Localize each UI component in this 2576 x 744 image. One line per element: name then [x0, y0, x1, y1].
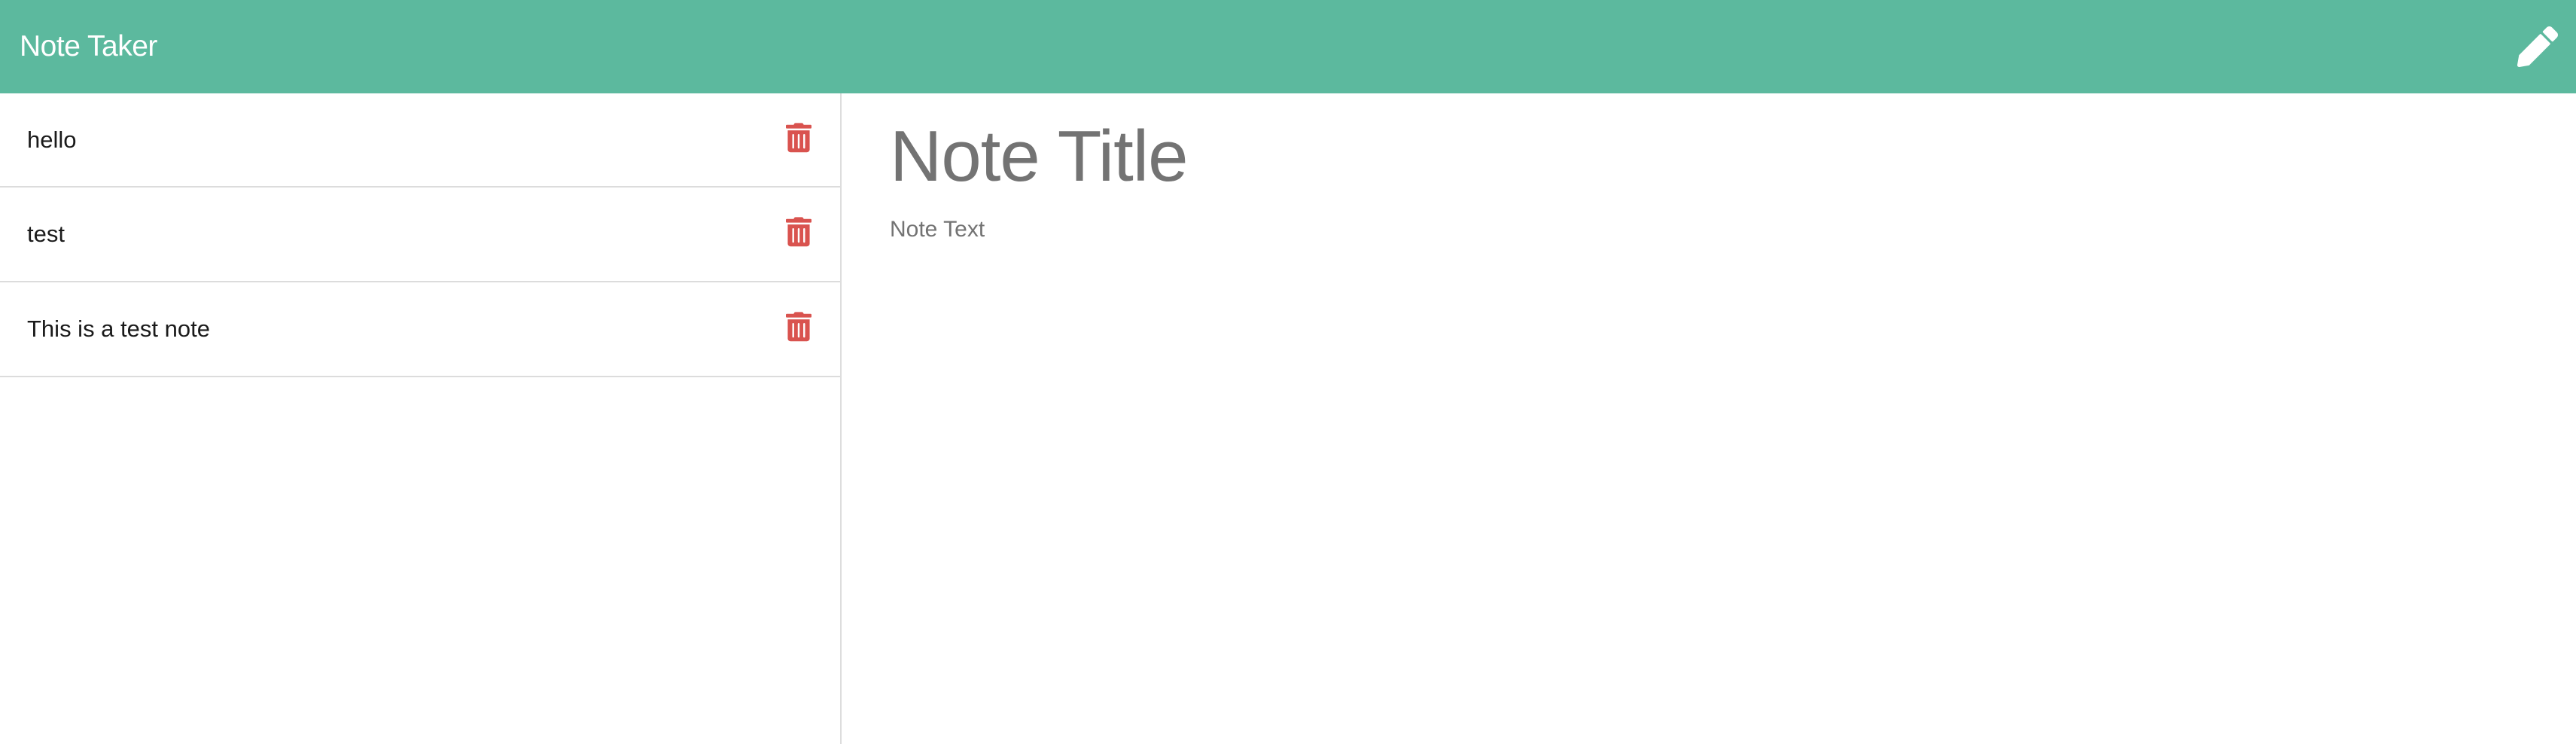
note-list: hello test This is a test note — [0, 93, 840, 377]
note-title-input[interactable] — [890, 111, 2395, 202]
note-item-title[interactable]: test — [27, 221, 65, 248]
note-list-item[interactable]: This is a test note — [0, 282, 840, 377]
note-item-title[interactable]: This is a test note — [27, 316, 210, 343]
note-list-item[interactable]: hello — [0, 93, 840, 188]
trash-icon — [786, 312, 811, 342]
trash-icon — [786, 217, 811, 247]
note-item-title[interactable]: hello — [27, 127, 77, 154]
trash-icon — [786, 122, 811, 152]
pencil-icon — [2517, 26, 2558, 67]
delete-note-button[interactable] — [786, 122, 811, 152]
note-sidebar: hello test This is a test note — [0, 93, 842, 744]
note-editor — [843, 93, 2576, 744]
delete-note-button[interactable] — [786, 217, 811, 247]
navbar: Note Taker — [0, 0, 2576, 93]
new-note-button[interactable] — [2516, 25, 2559, 69]
note-list-item[interactable]: test — [0, 188, 840, 282]
app-title[interactable]: Note Taker — [20, 30, 157, 63]
delete-note-button[interactable] — [786, 312, 811, 342]
note-text-input[interactable] — [890, 217, 2395, 669]
